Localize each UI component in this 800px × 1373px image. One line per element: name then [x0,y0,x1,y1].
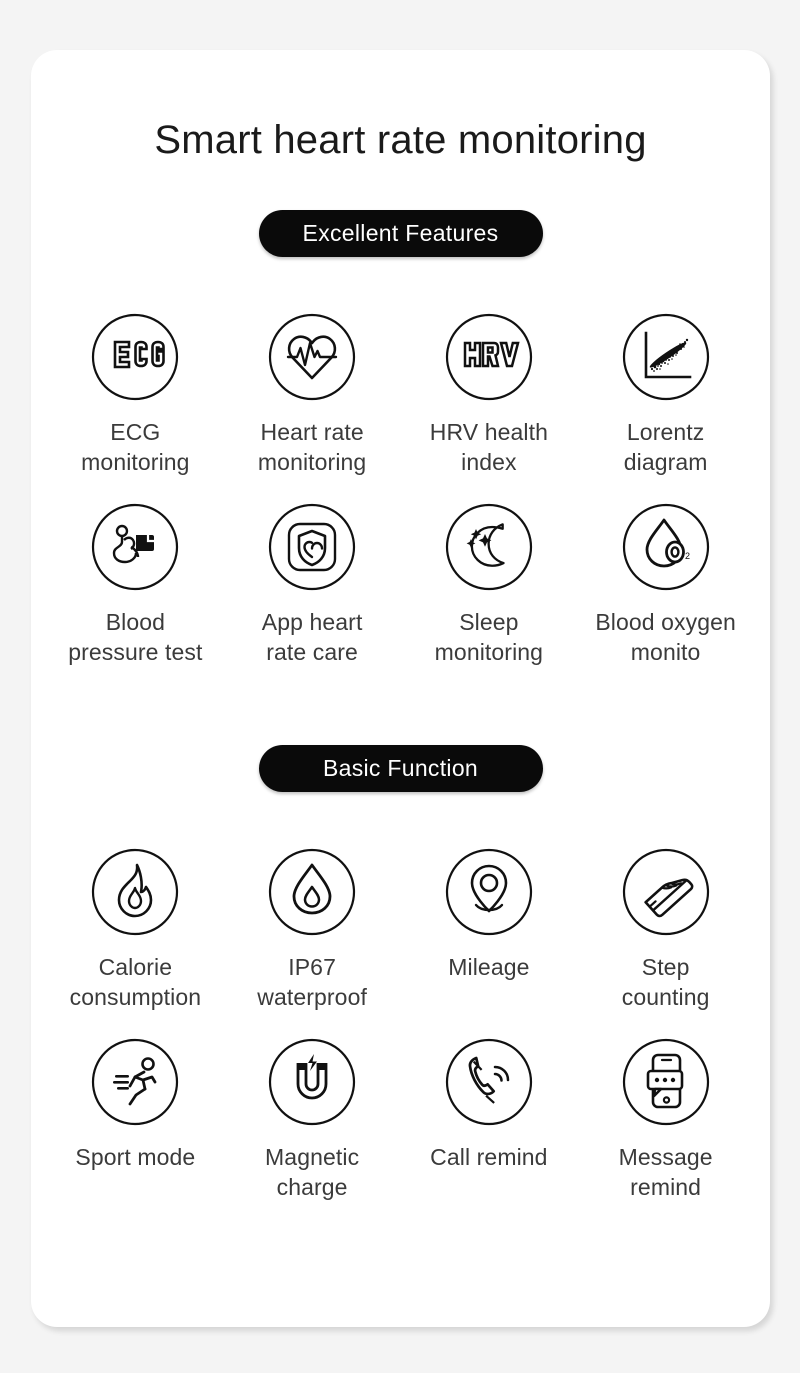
ecg-icon [91,313,179,401]
excellent-features-grid: ECG monitoring Heart rate monitoring HRV… [31,287,770,667]
feature-ecg-monitoring[interactable]: ECG monitoring [47,287,224,477]
feature-hrv-health-index[interactable]: HRV health index [401,287,578,477]
feature-lorentz-diagram[interactable]: Lorentz diagram [577,287,754,477]
shield-heart-icon [268,503,356,591]
feature-label: Blood pressure test [68,609,203,665]
feature-card: Smart heart rate monitoring Excellent Fe… [31,50,770,1327]
feature-sleep-monitoring[interactable]: Sleep monitoring [401,477,578,667]
feature-blood-pressure-test[interactable]: Blood pressure test [47,477,224,667]
page-title: Smart heart rate monitoring [154,118,647,162]
svg-text:2: 2 [685,551,690,561]
excellent-features-badge-wrap: Excellent Features [31,162,770,257]
feature-label: App heart rate care [261,609,363,665]
feature-calorie-consumption[interactable]: Calorie consumption [47,822,224,1012]
water-drop-icon [268,848,356,936]
feature-label: Blood oxygen monito [595,609,736,665]
basic-function-grid: Calorie consumption IP67 waterproof Mile… [31,822,770,1202]
feature-label: Heart rate monitoring [257,419,367,475]
feature-label: ECG monitoring [81,419,190,475]
blood-pressure-icon [91,503,179,591]
feature-label: Message remind [618,1144,713,1200]
running-person-icon [91,1038,179,1126]
feature-ip67-waterproof[interactable]: IP67 waterproof [224,822,401,1012]
flame-icon [91,848,179,936]
feature-message-remind[interactable]: Message remind [577,1012,754,1202]
feature-call-remind[interactable]: Call remind [401,1012,578,1202]
feature-label: Step counting [621,954,710,1010]
feature-label: IP67 waterproof [257,954,367,1010]
feature-label: Magnetic charge [265,1144,360,1200]
feature-label: HRV health index [429,419,548,475]
location-pin-icon [445,848,533,936]
sneaker-icon [622,848,710,936]
feature-magnetic-charge[interactable]: Magnetic charge [224,1012,401,1202]
feature-label: Call remind [430,1144,548,1170]
feature-heart-rate-monitoring[interactable]: Heart rate monitoring [224,287,401,477]
lorentz-scatter-icon [622,313,710,401]
feature-label: Lorentz diagram [623,419,708,475]
feature-label: Mileage [448,954,530,980]
phone-call-icon [445,1038,533,1126]
phone-message-icon [622,1038,710,1126]
feature-step-counting[interactable]: Step counting [577,822,754,1012]
moon-stars-icon [445,503,533,591]
heart-pulse-icon [268,313,356,401]
feature-app-heart-rate-care[interactable]: App heart rate care [224,477,401,667]
feature-blood-oxygen-monitor[interactable]: 2 Blood oxygen monito [577,477,754,667]
excellent-features-badge: Excellent Features [258,210,543,257]
feature-label: Sleep monitoring [434,609,544,665]
feature-mileage[interactable]: Mileage [401,822,578,1012]
feature-sport-mode[interactable]: Sport mode [47,1012,224,1202]
page-root: Smart heart rate monitoring Excellent Fe… [0,0,800,1373]
basic-function-badge: Basic Function [258,745,543,792]
magnet-bolt-icon [268,1038,356,1126]
blood-oxygen-icon: 2 [622,503,710,591]
basic-function-badge-wrap: Basic Function [31,745,770,792]
feature-label: Sport mode [75,1144,196,1170]
feature-label: Calorie consumption [69,954,202,1010]
hrv-icon [445,313,533,401]
